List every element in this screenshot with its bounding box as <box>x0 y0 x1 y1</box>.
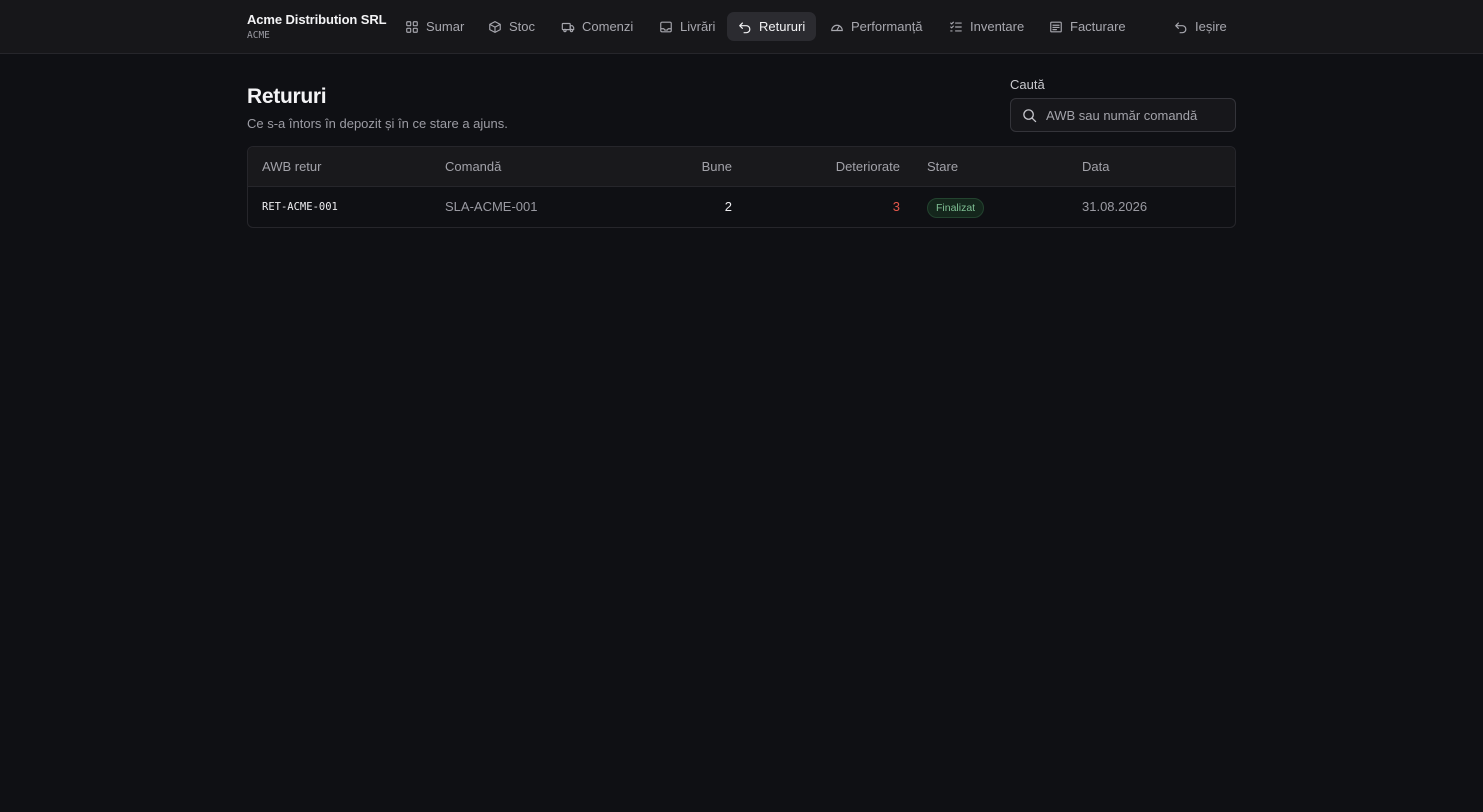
nav-item-retururi[interactable]: Retururi <box>727 12 817 41</box>
column-header-damaged: Deteriorate <box>835 159 900 174</box>
nav-item-label: Livrări <box>680 19 716 34</box>
checklist-icon <box>950 21 962 32</box>
nav-item-label: Comenzi <box>582 19 634 34</box>
undo-icon <box>739 21 751 33</box>
date-cell: 31.08.2026 <box>1082 199 1148 214</box>
nav-item-label: Performanță <box>851 19 923 34</box>
column-header-date: Data <box>1082 159 1110 174</box>
nav-item-label: Sumar <box>426 19 465 34</box>
inbox-icon <box>660 21 672 32</box>
top-navigation-bar: Acme Distribution SRL ACME Sumar Stoc Co… <box>0 0 1483 54</box>
logout-button[interactable]: Ieșire <box>1163 12 1238 41</box>
column-header-order: Comandă <box>445 159 502 174</box>
nav-item-label: Inventare <box>970 19 1025 34</box>
column-header-status: Stare <box>927 159 959 174</box>
nav-item-inventare[interactable]: Inventare <box>938 12 1035 41</box>
good-count-cell: 2 <box>724 199 732 214</box>
page-title: Retururi <box>247 85 327 108</box>
nav-item-sumar[interactable]: Sumar <box>394 12 475 41</box>
search-input[interactable] <box>1046 99 1232 131</box>
page-subtitle: Ce s-a întors în depozit și în ce stare … <box>247 116 508 131</box>
nav-item-performanta[interactable]: Performanță <box>819 12 934 41</box>
search-label: Caută <box>1010 77 1045 92</box>
receipt-icon <box>1050 21 1062 32</box>
search-field[interactable] <box>1010 98 1236 132</box>
damaged-count-cell: 3 <box>892 199 900 214</box>
logout-icon <box>1175 21 1187 33</box>
nav-item-stoc[interactable]: Stoc <box>477 12 546 41</box>
returns-table: AWB retur Comandă Bune Deteriorate Stare… <box>247 146 1236 228</box>
nav-item-livrari[interactable]: Livrări <box>648 12 726 41</box>
nav-item-comenzi[interactable]: Comenzi <box>550 12 644 41</box>
status-badge: Finalizat <box>927 197 985 218</box>
box-icon <box>489 20 501 33</box>
table-header: AWB retur Comandă Bune Deteriorate Stare… <box>248 147 1235 187</box>
brand-name: Acme Distribution SRL <box>247 12 387 27</box>
column-header-awb: AWB retur <box>262 159 322 174</box>
nav-item-label: Retururi <box>759 19 806 34</box>
gauge-icon <box>831 24 843 31</box>
order-cell: SLA-ACME-001 <box>445 199 538 214</box>
status-cell: Finalizat <box>927 187 985 227</box>
search-icon <box>1023 109 1037 123</box>
column-header-good: Bune <box>701 159 732 174</box>
grid-icon <box>406 20 418 33</box>
nav-item-facturare[interactable]: Facturare <box>1038 12 1137 41</box>
nav-item-label: Facturare <box>1070 19 1126 34</box>
nav-item-label: Stoc <box>509 19 536 34</box>
brand-code: ACME <box>247 30 270 41</box>
truck-icon <box>561 22 575 32</box>
table-row[interactable]: RET-ACME-001 SLA-ACME-001 2 3 Finalizat … <box>248 187 1235 227</box>
brand[interactable]: Acme Distribution SRL ACME <box>247 12 387 41</box>
logout-label: Ieșire <box>1195 19 1227 34</box>
awb-cell: RET-ACME-001 <box>262 201 338 213</box>
